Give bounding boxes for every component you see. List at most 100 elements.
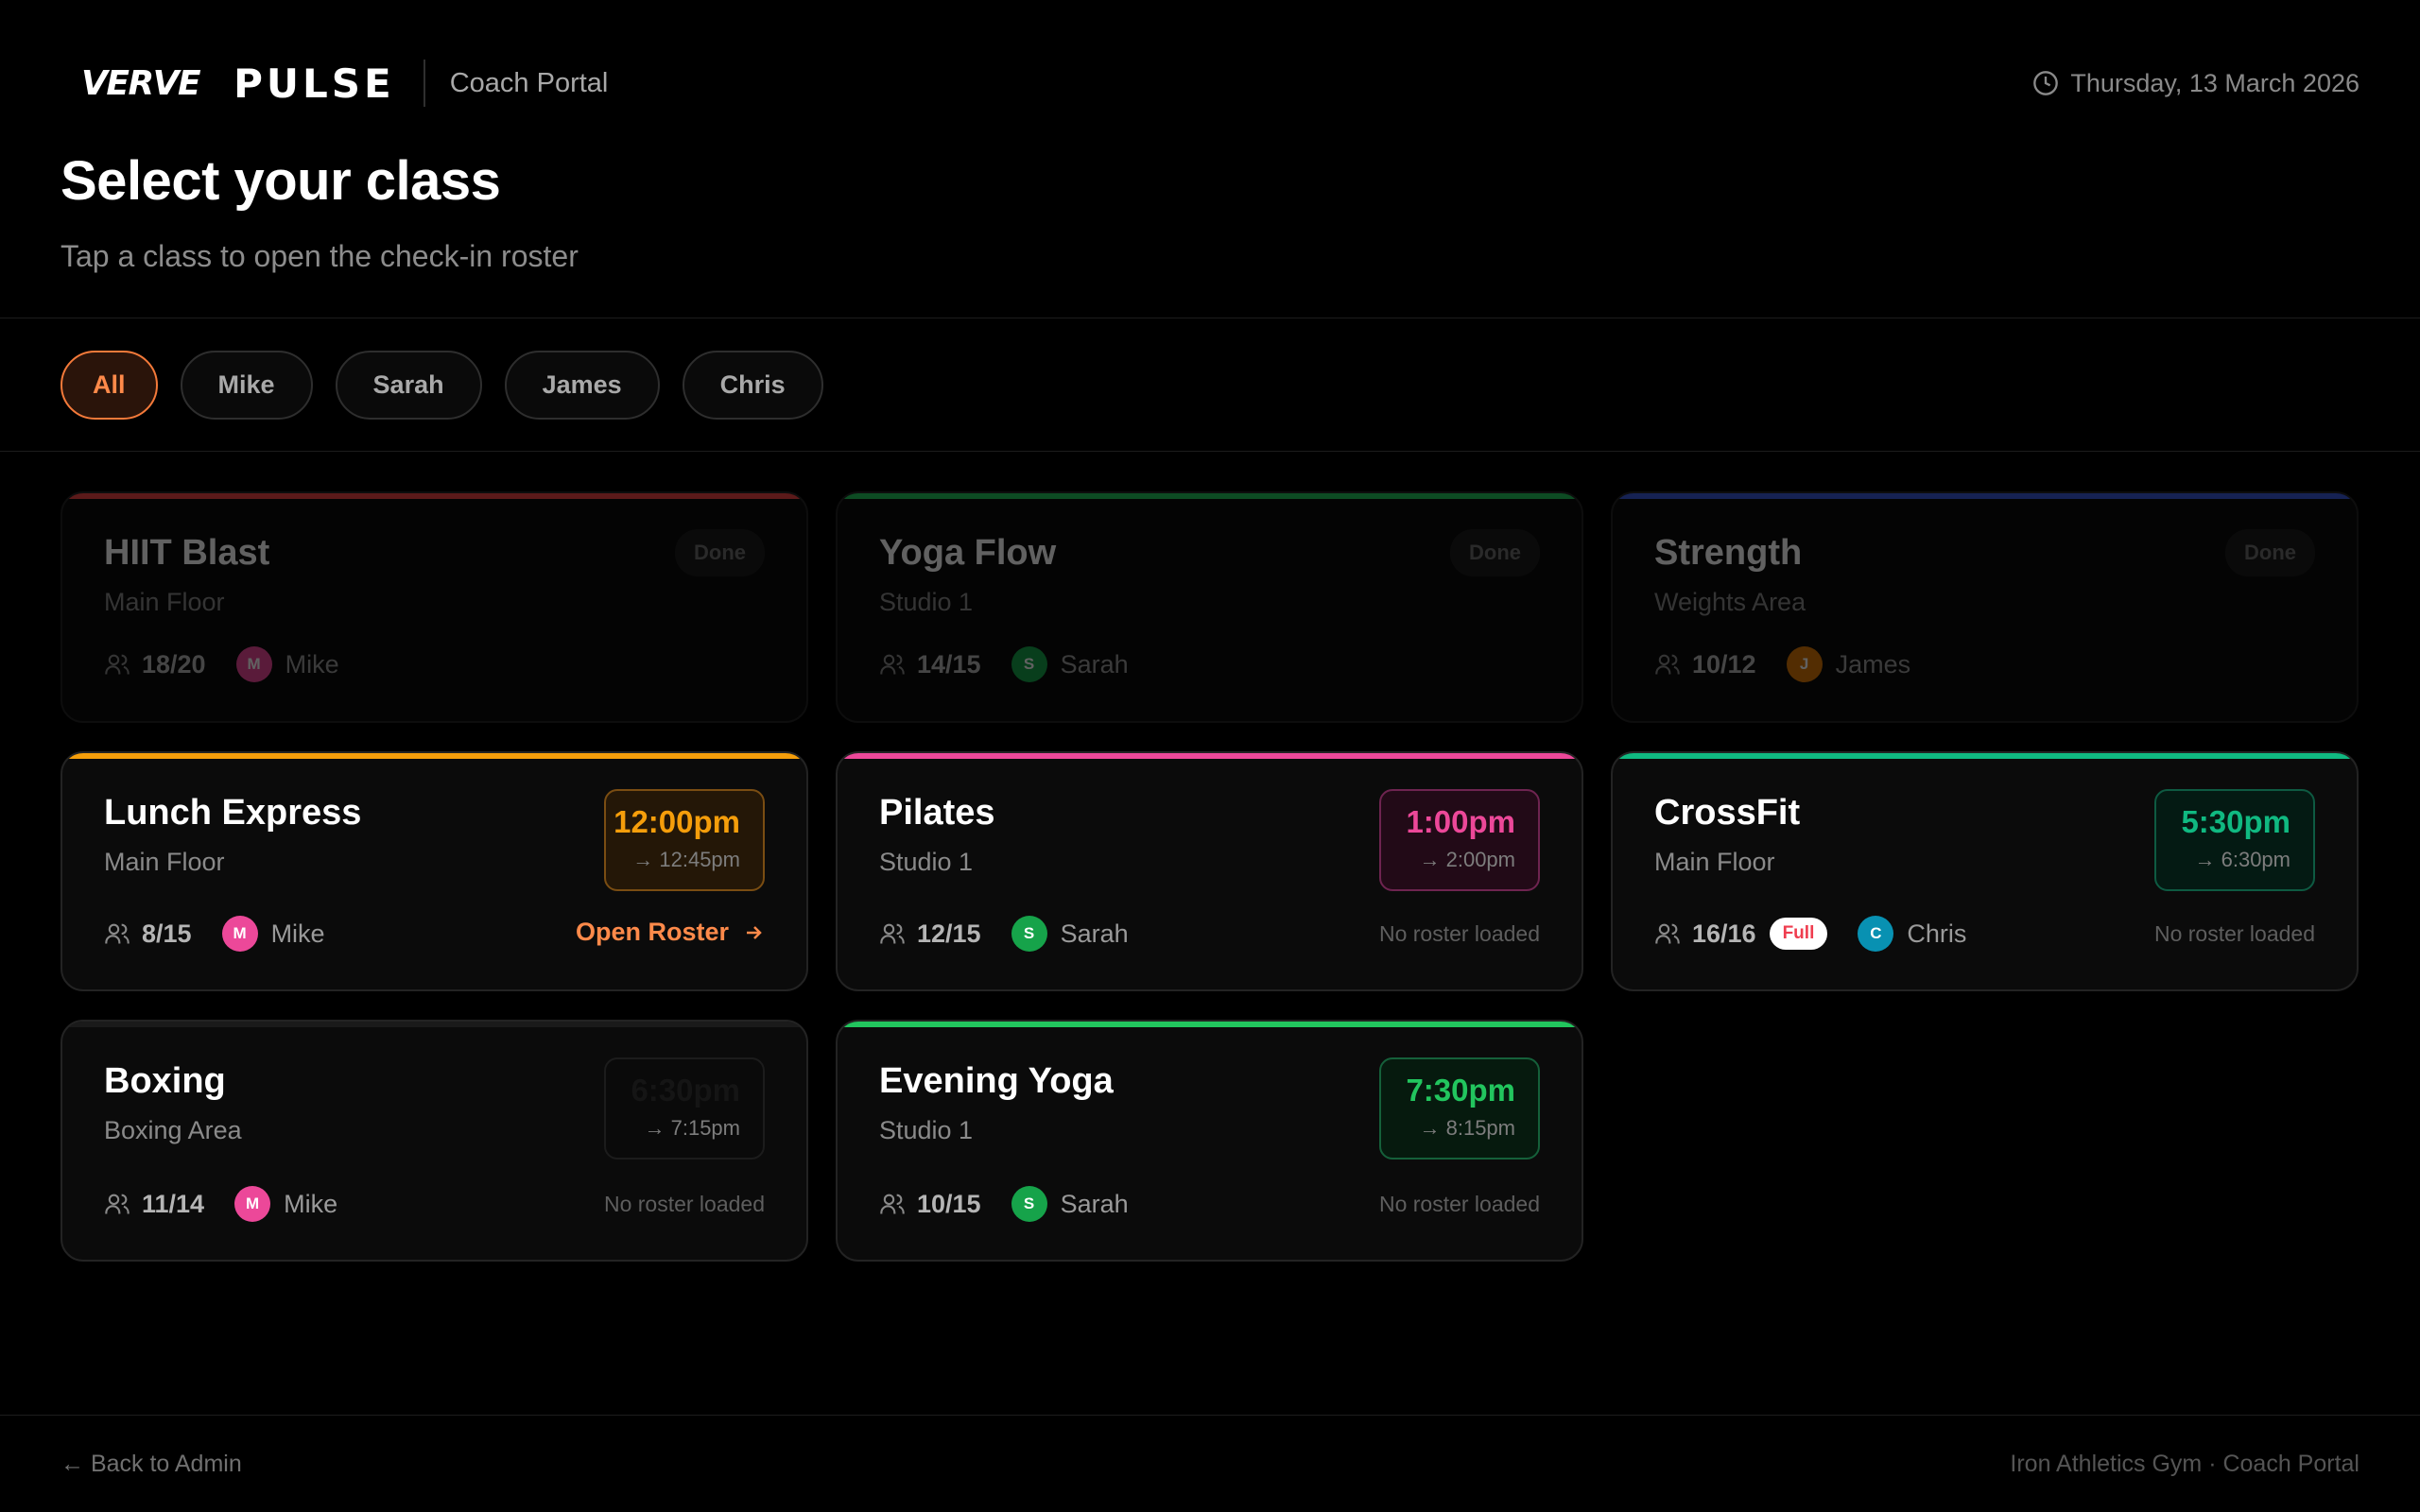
back-to-admin-link[interactable]: ← Back to Admin [60, 1451, 242, 1478]
class-card-crossfit[interactable]: CrossFit Main Floor 5:30pm → 6:30pm 16/1… [1611, 751, 2359, 991]
card-accent [838, 753, 1582, 759]
class-location: Main Floor [104, 588, 225, 616]
coach-avatar: M [235, 646, 272, 682]
coach-avatar: J [1786, 646, 1823, 682]
filter-chip-james[interactable]: James [504, 351, 660, 420]
attendance-count: 14/15 [917, 649, 981, 679]
time-box: 5:30pm → 6:30pm [2154, 789, 2315, 891]
class-meta: 16/16 Full C Chris [1654, 916, 1966, 952]
start-time: 1:00pm [1406, 804, 1515, 839]
class-name: Lunch Express [104, 793, 362, 833]
class-card-strength[interactable]: Strength Weights Area Done 10/12 J James [1611, 491, 2359, 723]
class-card-yoga-flow[interactable]: Yoga Flow Studio 1 Done 14/15 S Sarah [836, 491, 1583, 723]
done-badge: Done [2225, 529, 2315, 576]
card-accent [62, 493, 806, 499]
class-meta: 8/15 M Mike [104, 916, 325, 952]
coach-avatar: S [1011, 1186, 1047, 1222]
filter-chip-sarah[interactable]: Sarah [335, 351, 482, 420]
users-icon [880, 654, 905, 675]
attendance-count: 8/15 [142, 919, 192, 948]
clock-icon [2033, 71, 2059, 95]
coach-avatar: S [1011, 916, 1047, 952]
start-time: 6:30pm [631, 1073, 740, 1108]
users-icon [880, 1194, 905, 1214]
coach-avatar: S [1011, 646, 1047, 682]
footer-label: Iron Athletics Gym · Coach Portal [2010, 1451, 2360, 1477]
attendance-count: 16/16 [1692, 919, 1756, 948]
filter-chip-all[interactable]: All [60, 351, 158, 420]
card-accent [1613, 493, 2357, 499]
filter-chip-chris[interactable]: Chris [682, 351, 823, 420]
class-meta: 18/20 M Mike [104, 646, 339, 682]
open-roster-button[interactable]: Open Roster [576, 918, 765, 947]
attendance-count: 18/20 [142, 649, 206, 679]
attendance-count: 10/12 [1692, 649, 1756, 679]
brand: VERVE PULSE Coach Portal [60, 60, 608, 107]
users-icon [105, 654, 130, 675]
arrow-right-icon [747, 925, 762, 939]
end-time: → 8:15pm [1419, 1116, 1516, 1140]
class-meta: 10/15 S Sarah [879, 1186, 1129, 1222]
coach-name: James [1835, 649, 1911, 679]
coach-avatar: M [234, 1186, 271, 1222]
users-icon [1655, 654, 1680, 675]
class-card-boxing[interactable]: Boxing Boxing Area 6:30pm → 7:15pm 11/14… [60, 1020, 808, 1262]
time-box: 6:30pm → 7:15pm [604, 1057, 765, 1160]
top-bar: VERVE PULSE Coach Portal Thursday, 13 Ma… [60, 55, 2360, 112]
class-card-pilates[interactable]: Pilates Studio 1 1:00pm → 2:00pm 12/15 S… [836, 751, 1583, 991]
end-time: → 6:30pm [2194, 848, 2291, 871]
class-location: Boxing Area [104, 1116, 242, 1144]
coach-name: Mike [270, 919, 325, 948]
verve-logo: VERVE [81, 63, 201, 103]
end-time: → 2:00pm [1419, 848, 1516, 871]
class-name: CrossFit [1654, 793, 1801, 833]
done-badge: Done [1450, 529, 1540, 576]
class-meta: 12/15 S Sarah [879, 916, 1129, 952]
coach-name: Mike [285, 649, 339, 679]
class-card-evening-yoga[interactable]: Evening Yoga Studio 1 7:30pm → 8:15pm 10… [836, 1020, 1583, 1262]
class-card-hiit-blast[interactable]: HIIT Blast Main Floor Done 18/20 M Mike [60, 491, 808, 723]
class-card-lunch-express[interactable]: Lunch Express Main Floor 12:00pm → 12:45… [60, 751, 808, 991]
class-location: Studio 1 [879, 848, 974, 876]
attendance-count: 10/15 [917, 1189, 981, 1218]
coach-filter-bar: All Mike Sarah James Chris [60, 351, 823, 420]
class-name: Evening Yoga [879, 1061, 1114, 1101]
class-name: HIIT Blast [104, 533, 270, 573]
time-box: 7:30pm → 8:15pm [1379, 1057, 1540, 1160]
coach-name: Sarah [1060, 649, 1129, 679]
coach-avatar: C [1858, 916, 1894, 952]
coach-avatar: M [221, 916, 258, 952]
end-time: → 12:45pm [632, 848, 740, 871]
full-badge: Full [1769, 918, 1828, 950]
class-location: Main Floor [1654, 848, 1775, 876]
date-display: Thursday, 13 March 2026 [2032, 69, 2360, 98]
time-box: 1:00pm → 2:00pm [1379, 789, 1540, 891]
card-accent [838, 1022, 1582, 1027]
card-accent [62, 753, 806, 759]
card-accent [62, 1022, 806, 1027]
coach-name: Mike [284, 1189, 338, 1218]
roster-status: No roster loaded [1378, 1192, 1540, 1216]
users-icon [105, 1194, 130, 1214]
divider [0, 451, 2420, 452]
divider [0, 1415, 2420, 1416]
class-meta: 10/12 J James [1654, 646, 1910, 682]
brand-divider [423, 60, 425, 107]
open-roster-label: Open Roster [575, 918, 729, 946]
users-icon [105, 923, 130, 944]
attendance-count: 12/15 [917, 919, 981, 948]
class-location: Studio 1 [879, 1116, 974, 1144]
start-time: 5:30pm [2181, 804, 2290, 839]
class-name: Yoga Flow [879, 533, 1057, 573]
class-name: Boxing [104, 1061, 226, 1101]
time-box: 12:00pm → 12:45pm [604, 789, 765, 891]
end-time: → 7:15pm [644, 1116, 741, 1140]
filter-chip-mike[interactable]: Mike [180, 351, 313, 420]
roster-status: No roster loaded [1378, 921, 1540, 946]
done-badge: Done [675, 529, 765, 576]
users-icon [1655, 923, 1680, 944]
coach-name: Chris [1907, 919, 1967, 948]
portal-label: Coach Portal [449, 67, 609, 98]
roster-status: No roster loaded [603, 1192, 765, 1216]
card-accent [838, 493, 1582, 499]
